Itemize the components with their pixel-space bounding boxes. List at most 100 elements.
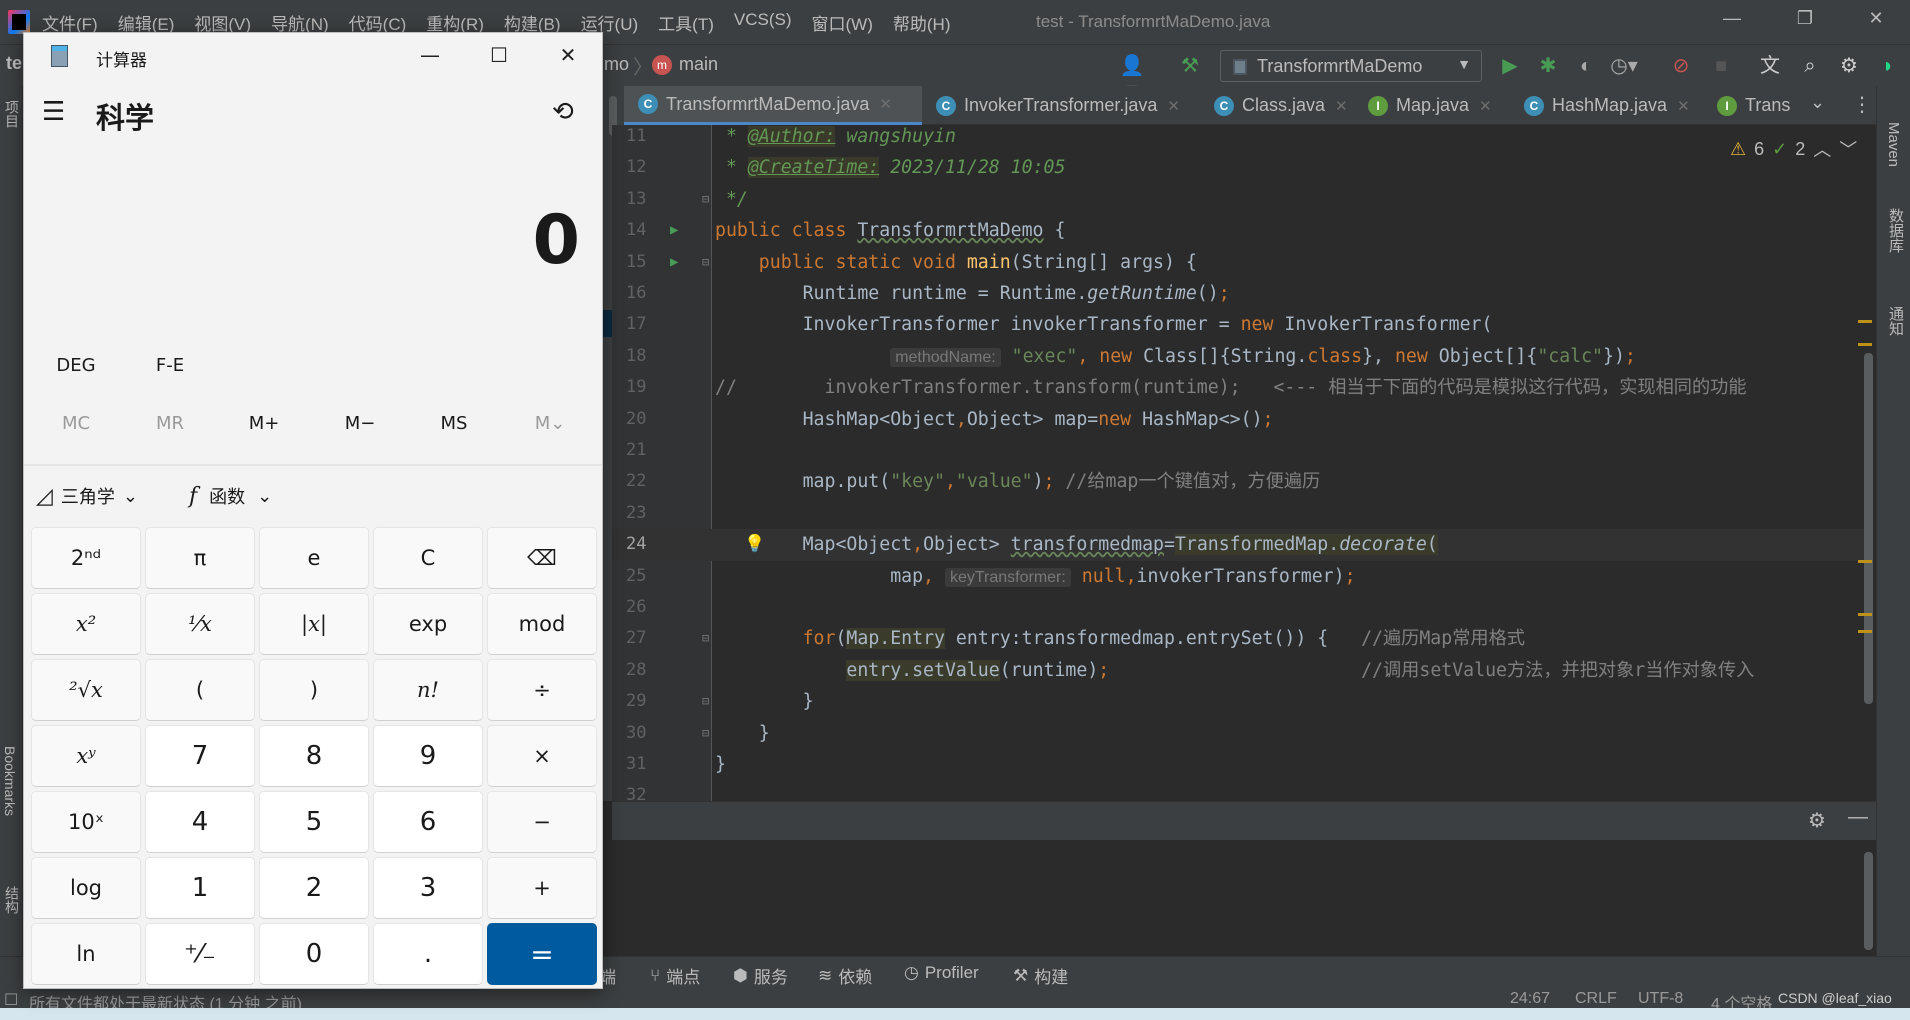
tool-maven[interactable]: Maven [1885,122,1902,167]
calc-key[interactable]: 5 [259,791,369,853]
translate-icon[interactable]: 文 [1756,54,1784,78]
attach-debugger-icon[interactable]: ⊘ [1667,54,1695,78]
menu-item[interactable]: 构建(B) [504,10,561,35]
file-encoding[interactable]: UTF-8 [1638,990,1683,1008]
calc-key[interactable]: ²√x [31,659,141,721]
calc-key[interactable]: 2ⁿᵈ [31,527,141,589]
panel-settings-gear-icon[interactable]: ⚙ [1808,808,1826,833]
menu-item[interactable]: 代码(C) [349,10,407,35]
caret-position[interactable]: 24:67 [1510,990,1550,1008]
bottom-panel-scrollbar[interactable] [1864,852,1873,950]
calc-maximize-button[interactable]: ☐ [479,43,519,73]
calc-key[interactable]: 6 [373,791,483,853]
calc-key[interactable]: 9 [373,725,483,787]
tool-services[interactable]: ⬢ 服务 [733,963,788,988]
run-gutter-icon[interactable]: ▶ [670,247,678,278]
error-stripe-marker[interactable] [1858,613,1872,616]
calc-key[interactable]: ⁺⁄₋ [145,923,255,985]
tab-file[interactable]: I Trans [1703,86,1797,125]
error-stripe-marker[interactable] [1858,560,1872,563]
close-button[interactable]: ✕ [1861,8,1891,36]
function-dropdown[interactable]: f 函数 ⌄ [189,483,272,509]
memory-button-5[interactable]: M⌄ [510,413,590,434]
trigonometry-dropdown[interactable]: ◿ 三角学 ⌄ [36,483,138,509]
menu-item[interactable]: 导航(N) [271,10,329,35]
code-editor[interactable]: 11 * @Author: wangshuyin 12 * @CreateTime… [612,125,1876,801]
editor-scrollbar[interactable] [1864,353,1873,704]
minimize-button[interactable]: — [1717,8,1747,36]
panel-hide-icon[interactable]: — [1848,806,1868,829]
calc-key[interactable]: ( [145,659,255,721]
memory-button-0[interactable]: MC [36,413,116,434]
menu-item[interactable]: 工具(T) [658,10,714,35]
menu-item[interactable]: VCS(S) [734,10,792,35]
calc-key[interactable]: ln [31,923,141,985]
tool-profiler[interactable]: ◷ Profiler [904,963,979,983]
debug-icon[interactable]: ✱ [1534,54,1562,78]
calc-key[interactable]: 1 [145,857,255,919]
menu-item[interactable]: 文件(F) [42,10,98,35]
restore-button[interactable]: ❐ [1790,8,1820,36]
menu-item[interactable]: 重构(R) [426,10,484,35]
tab-close-icon[interactable]: ✕ [1677,97,1690,115]
breadcrumb-class[interactable]: mo [604,54,629,75]
profile-icon[interactable]: ◷▾ [1610,54,1638,78]
angle-unit-button[interactable]: DEG [44,355,108,376]
fold-marker-icon[interactable]: ⊟ [702,718,709,749]
code-with-me-icon[interactable]: ◗ [1874,54,1902,78]
calc-key[interactable]: ⌫ [487,527,597,589]
tab-close-icon[interactable]: ✕ [879,95,892,113]
memory-button-3[interactable]: M− [320,413,400,434]
tab-close-icon[interactable]: ✕ [1479,97,1492,115]
gear-icon[interactable]: ⚙ [1835,54,1863,78]
next-highlight-icon[interactable]: ﹀ [1839,136,1857,162]
error-stripe-marker[interactable] [1858,320,1872,323]
calc-key[interactable]: log [31,857,141,919]
tabs-overflow-chevron-icon[interactable]: ⌄ [1810,92,1825,113]
tab-file[interactable]: C InvokerTransformer.java ✕ [922,86,1200,125]
fold-marker-icon[interactable]: ⊟ [702,623,709,654]
stop-icon[interactable]: ■ [1707,54,1735,78]
calc-key[interactable]: C [373,527,483,589]
run-gutter-icon[interactable]: ▶ [670,215,678,246]
tool-project[interactable]: 项目 [2,100,22,128]
fold-marker-icon[interactable]: ⊟ [702,247,709,278]
tool-notifications[interactable]: 通知 [1885,306,1906,336]
hamburger-menu-icon[interactable]: ☰ [42,97,65,127]
error-stripe-marker[interactable] [1858,343,1872,346]
calc-key[interactable]: 0 [259,923,369,985]
fold-marker-icon[interactable]: ⊟ [702,184,709,215]
tool-structure[interactable]: 结构 [2,886,22,914]
memory-button-4[interactable]: MS [414,413,494,434]
tab-close-icon[interactable]: ✕ [1335,97,1348,115]
calc-key[interactable]: 3 [373,857,483,919]
tool-database[interactable]: 数据库 [1885,208,1906,253]
calc-key[interactable]: . [373,923,483,985]
coverage-icon[interactable]: ◐ [1572,54,1600,78]
memory-button-1[interactable]: MR [130,413,210,434]
calc-key[interactable]: ÷ [487,659,597,721]
calc-key[interactable]: ) [259,659,369,721]
tool-endpoints[interactable]: ⑂ 端点 [650,963,700,988]
search-icon[interactable]: ⌕ [1796,54,1824,78]
calc-key[interactable]: = [487,923,597,985]
calc-key[interactable]: 7 [145,725,255,787]
breadcrumb-method[interactable]: main [679,54,718,75]
tool-build[interactable]: ⚒ 构建 [1013,963,1068,988]
tool-dependencies[interactable]: ≋ 依赖 [818,963,872,988]
tab-file[interactable]: I Map.java ✕ [1354,86,1510,125]
memory-button-2[interactable]: M+ [224,413,304,434]
calc-key[interactable]: |x| [259,593,369,655]
calc-key[interactable]: − [487,791,597,853]
line-separator[interactable]: CRLF [1575,990,1617,1008]
history-icon[interactable]: ⟲ [552,97,574,127]
calc-key[interactable]: + [487,857,597,919]
calc-key[interactable]: mod [487,593,597,655]
menu-item[interactable]: 窗口(W) [812,10,873,35]
tab-close-icon[interactable]: ✕ [1167,97,1180,115]
run-icon[interactable]: ▶ [1496,54,1524,78]
build-hammer-icon[interactable]: ⚒ [1176,54,1204,78]
tab-file[interactable]: C HashMap.java ✕ [1510,86,1703,125]
calc-key[interactable]: x² [31,593,141,655]
error-stripe-marker[interactable] [1858,630,1872,633]
